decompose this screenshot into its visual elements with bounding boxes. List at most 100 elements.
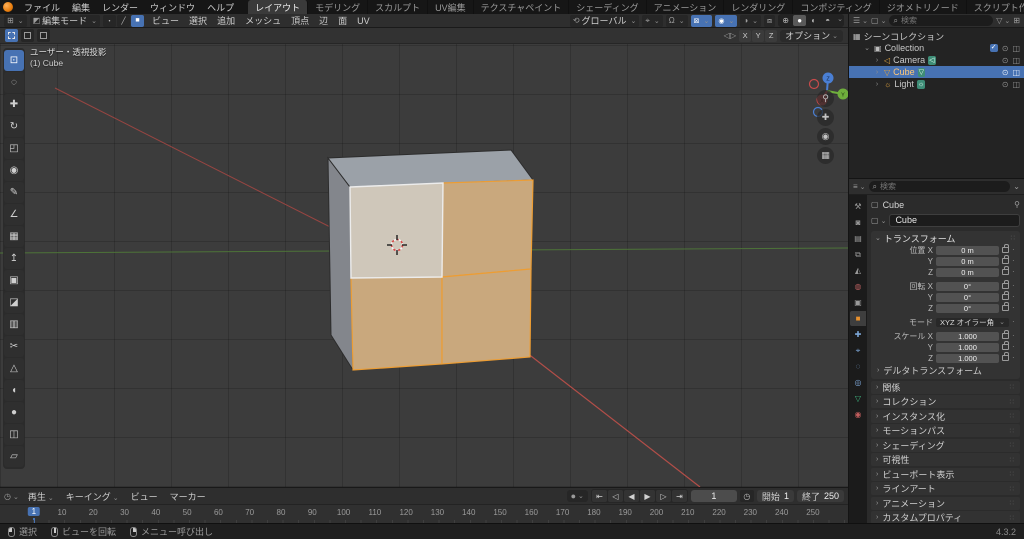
- collapsed-panel[interactable]: › 関係 ∷: [871, 380, 1020, 394]
- menu-item[interactable]: ファイル: [18, 0, 66, 15]
- viewport-menu-item[interactable]: 面: [333, 13, 352, 28]
- properties-search[interactable]: ⌕: [868, 181, 1011, 192]
- select-mode-new-button[interactable]: [5, 29, 18, 42]
- transform-orientation-selector[interactable]: ⟲ グローバル: [569, 14, 640, 27]
- viewport-menu-item[interactable]: メッシュ: [240, 13, 286, 28]
- workspace-tab[interactable]: スカルプト: [368, 0, 429, 14]
- lock-icon[interactable]: [1002, 291, 1009, 300]
- render-visibility-icon[interactable]: ◫: [1012, 56, 1020, 65]
- menu-item[interactable]: 編集: [66, 0, 96, 15]
- lock-icon[interactable]: [1002, 302, 1009, 311]
- hide-eye-icon[interactable]: ⊙: [1002, 80, 1009, 89]
- zoom-button[interactable]: ⚲: [817, 90, 834, 107]
- cube-face-selected-br[interactable]: [441, 268, 532, 365]
- tool-transform[interactable]: ◉: [4, 160, 24, 181]
- gizmo-x-axis-negative[interactable]: [808, 78, 820, 90]
- delta-transform-subpanel[interactable]: › デルタトランスフォーム: [871, 364, 1020, 376]
- workspace-tab[interactable]: コンポジティング: [793, 0, 880, 14]
- collapsed-panel[interactable]: › インスタンス化 ∷: [871, 409, 1020, 423]
- properties-tab-constraints[interactable]: ◌: [850, 359, 866, 374]
- current-frame-field[interactable]: 1: [690, 490, 737, 502]
- tool-smooth[interactable]: ●: [4, 402, 24, 423]
- collapsed-panel[interactable]: › カスタムプロパティ ∷: [871, 511, 1020, 523]
- mirror-axis-button[interactable]: X: [739, 29, 752, 42]
- tool-shear[interactable]: ▱: [4, 446, 24, 467]
- value-field[interactable]: 1.000: [936, 331, 999, 341]
- viewport-menu-item[interactable]: 辺: [314, 13, 333, 28]
- properties-tab-view-layer[interactable]: ⧉: [850, 247, 866, 262]
- hide-eye-icon[interactable]: ⊙: [1002, 44, 1009, 53]
- animate-dot[interactable]: ·: [1012, 332, 1016, 340]
- value-field[interactable]: 1.000: [936, 342, 999, 352]
- tool-add-cube[interactable]: ▦: [4, 226, 24, 247]
- outliner-filter-type-button[interactable]: ▢: [871, 16, 886, 25]
- outliner-funnel-button[interactable]: ▽: [996, 16, 1010, 25]
- cube-face-active[interactable]: [349, 182, 444, 279]
- select-mode-subtract-button[interactable]: [37, 29, 50, 42]
- outliner-display-mode-button[interactable]: ☰: [853, 16, 868, 25]
- hide-eye-icon[interactable]: ⊙: [1002, 68, 1009, 77]
- collapsed-panel[interactable]: › モーションパス ∷: [871, 424, 1020, 437]
- properties-tab-object[interactable]: ■: [850, 311, 866, 326]
- collection-checkbox[interactable]: ✓: [989, 43, 998, 52]
- cube-face-selected-tr[interactable]: [441, 179, 534, 278]
- pin-icon[interactable]: ⚲: [1014, 200, 1020, 209]
- properties-tab-object-data[interactable]: ▽: [850, 391, 866, 406]
- show-gizmo-button[interactable]: ⧈: [764, 14, 776, 27]
- workspace-tab[interactable]: モデリング: [308, 0, 369, 14]
- tool-annotate[interactable]: ✎: [4, 182, 24, 203]
- timeline-editor-type-button[interactable]: ◷: [4, 492, 19, 501]
- object-name-field[interactable]: Cube: [889, 213, 1020, 227]
- timeline-menu-item[interactable]: キーイング: [60, 489, 125, 504]
- collapsed-panel[interactable]: › 可視性 ∷: [871, 453, 1020, 466]
- object-name[interactable]: シーンコレクション: [864, 30, 945, 43]
- cube-face-selected-bl[interactable]: [350, 276, 443, 371]
- outliner-search-input[interactable]: [900, 16, 990, 25]
- transform-panel-header[interactable]: ⌄ トランスフォーム ∷: [871, 231, 1020, 245]
- tool-inset-faces[interactable]: ▣: [4, 270, 24, 291]
- workspace-tab[interactable]: レイアウト: [248, 0, 309, 14]
- perspective-toggle-button[interactable]: ▦: [817, 147, 834, 164]
- blender-logo-icon[interactable]: [3, 2, 13, 12]
- object-name[interactable]: Cube: [893, 67, 915, 77]
- mirror-axis-button[interactable]: Z: [765, 29, 778, 42]
- animate-dot[interactable]: ·: [1012, 257, 1016, 265]
- timeline-menu-item[interactable]: 再生: [22, 489, 60, 504]
- properties-tab-world[interactable]: ◍: [850, 279, 866, 294]
- face-select-button[interactable]: ■: [131, 14, 145, 27]
- tool-loop-cut[interactable]: ▥: [4, 314, 24, 335]
- properties-search-input[interactable]: [880, 182, 1007, 191]
- snap-target-button[interactable]: ⊠: [690, 14, 713, 27]
- edge-select-button[interactable]: ╱: [117, 14, 131, 27]
- lock-icon[interactable]: [1002, 341, 1009, 350]
- properties-editor-type-button[interactable]: ≡: [853, 182, 866, 191]
- workspace-tab[interactable]: ジオメトリノード: [880, 0, 967, 14]
- rotation-mode-dropdown[interactable]: XYZ オイラー角: [936, 317, 1009, 327]
- collapsed-panel[interactable]: › ラインアート ∷: [871, 482, 1020, 495]
- expander-icon[interactable]: ›: [873, 81, 881, 88]
- outliner-row[interactable]: › ◁ Camera ◁ ⊙ ◫: [849, 54, 1024, 66]
- value-field[interactable]: 0 m: [936, 256, 999, 266]
- camera-view-button[interactable]: ◉: [817, 128, 834, 145]
- proportional-editing-toggle[interactable]: ◉: [715, 14, 738, 27]
- collapsed-panel[interactable]: › アニメーション ∷: [871, 496, 1020, 510]
- shading-wireframe-button[interactable]: ⊕: [779, 15, 792, 26]
- timeline-menu-item[interactable]: ビュー: [125, 489, 164, 504]
- lock-icon[interactable]: [1002, 244, 1009, 253]
- mirror-axis-button[interactable]: Y: [752, 29, 765, 42]
- mode-selector[interactable]: ◩ 編集モード: [29, 14, 101, 27]
- properties-tab-particles[interactable]: ◎: [850, 375, 866, 390]
- viewport-3d[interactable]: Z Y X ◁▷ XYZ オプション ユーザー・透視投影 (1) Cube ⊡◌…: [0, 28, 848, 487]
- render-visibility-icon[interactable]: ◫: [1012, 44, 1020, 53]
- lock-icon[interactable]: [1002, 266, 1009, 275]
- outliner-row[interactable]: › ☼ Light ☼ ⊙ ◫: [849, 78, 1024, 90]
- object-name[interactable]: Light: [894, 79, 914, 89]
- playback-button-next-keyframe[interactable]: ▷: [655, 490, 671, 502]
- animate-dot[interactable]: ·: [1012, 246, 1016, 254]
- workspace-tab[interactable]: アニメーション: [647, 0, 725, 14]
- value-field[interactable]: 1.000: [936, 353, 999, 363]
- properties-tab-scene[interactable]: ◭: [850, 263, 866, 278]
- playback-button-prev-keyframe[interactable]: ◁: [607, 490, 623, 502]
- cube-left-face[interactable]: [327, 156, 354, 372]
- workspace-tab[interactable]: テクスチャペイント: [474, 0, 570, 14]
